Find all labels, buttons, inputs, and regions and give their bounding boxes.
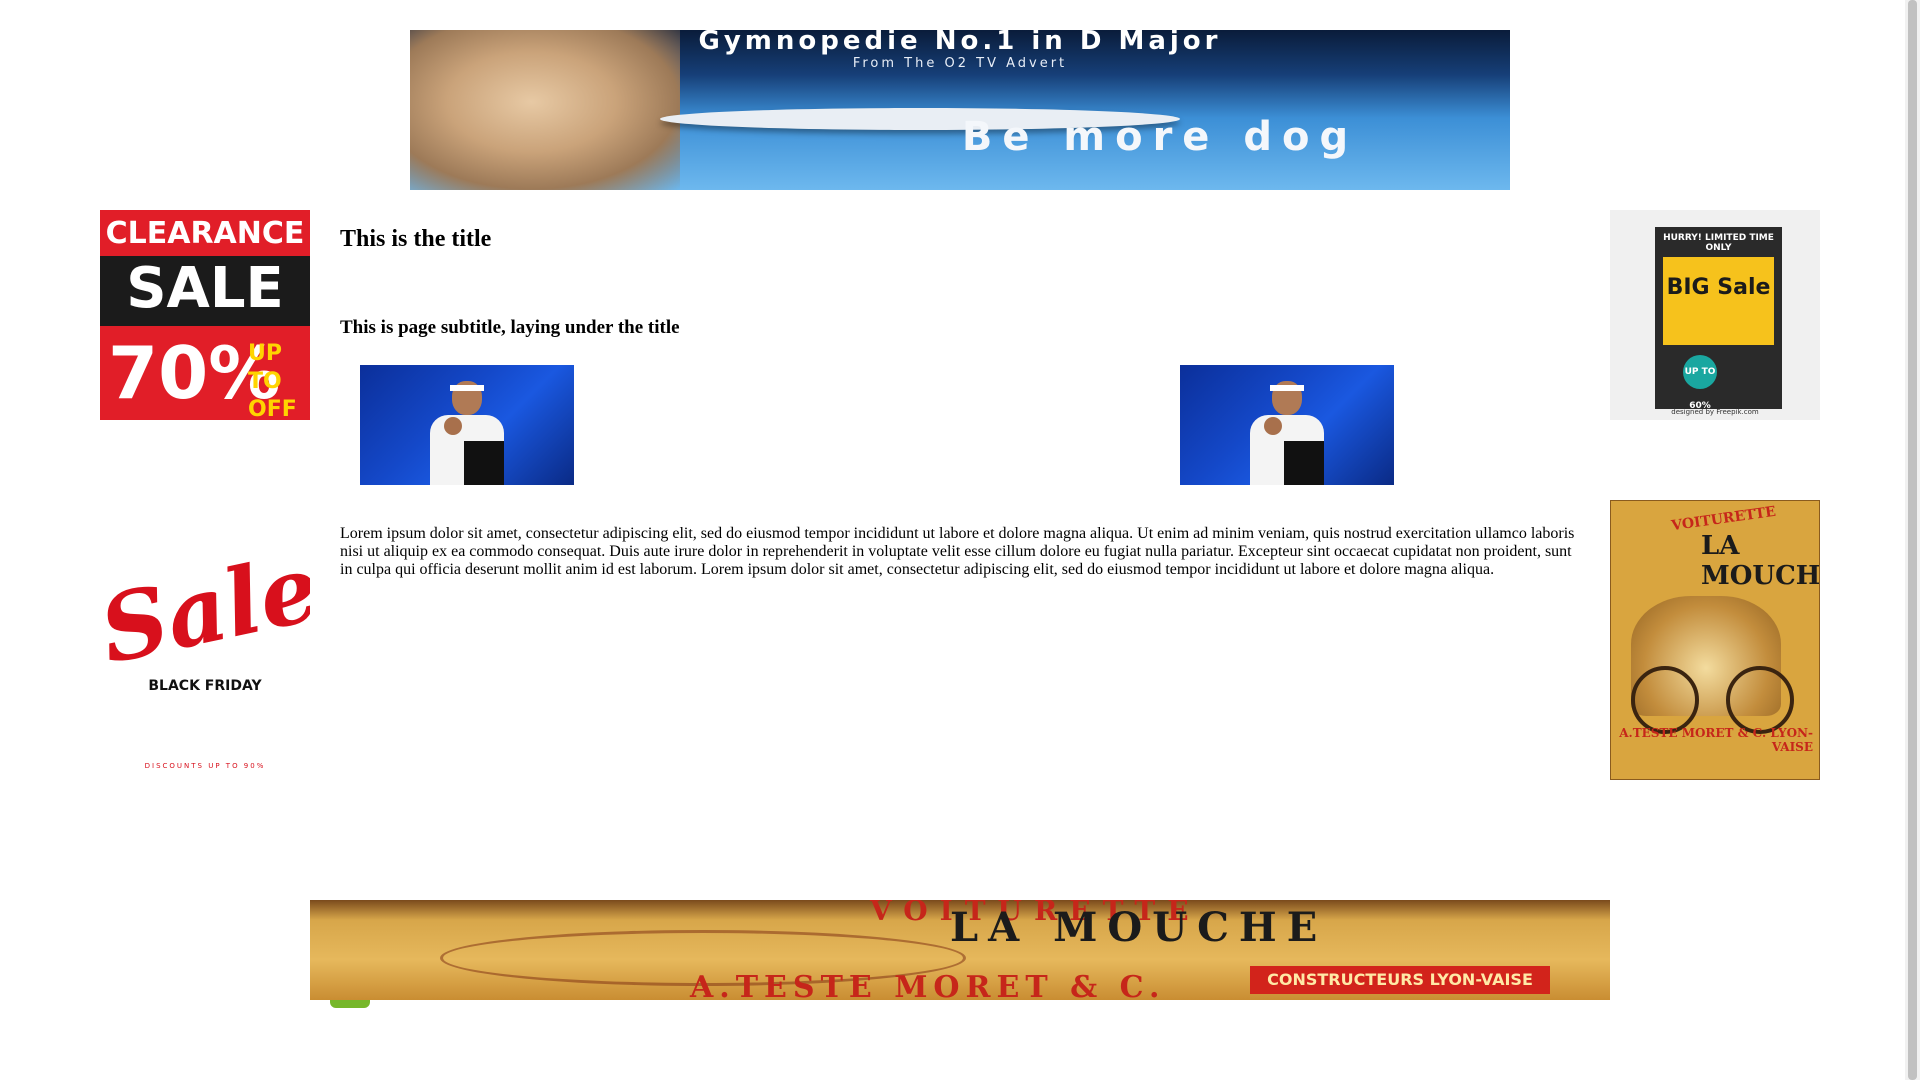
player-fist [1264,417,1282,435]
ad-line: BLACK FRIDAY [148,678,262,694]
page-subtitle: This is page subtitle, laying under the … [340,317,680,338]
black-friday-ad[interactable]: Sale BLACK FRIDAY DISCOUNTS UP TO 90% [100,530,310,780]
banner-tag: CONSTRUCTEURS LYON-VAISE [1250,966,1550,994]
ad-line: BIG Sale [1666,275,1771,300]
tennis-player-photo [1180,365,1394,485]
ad-line: DISCOUNTS UP TO 90% [144,762,266,770]
ad-line: SALE [126,256,284,321]
page-title: This is the title [340,226,492,252]
banner-slogan: Be more dog [961,114,1359,160]
player-shirt-panel [464,441,504,485]
vertical-scrollbar[interactable] [1905,0,1920,1080]
ad-line: UP TO OFF [248,341,297,420]
player-shirt-panel [1284,441,1324,485]
player-figure [1242,371,1332,485]
banner-subline: From The O2 TV Advert [852,56,1068,71]
tennis-player-photo [360,365,574,485]
credit-logo-icon [330,1000,370,1008]
ad-credit: designed by Freepik.com [1671,408,1759,416]
player-figure [422,371,512,485]
ad-line: A.TESTE MORET & C. LYON-VAISE [1619,726,1813,754]
ad-line: HURRY! LIMITED TIME ONLY [1663,233,1774,253]
big-sale-ad[interactable]: HURRY! LIMITED TIME ONLY BIG Sale UP TO … [1610,210,1820,420]
banner-line: LA MOUCHE [950,904,1328,951]
clearance-sale-ad[interactable]: CLEARANCE SALE 70% UP TO OFF [100,210,310,420]
banner-credit-strip [330,1000,1590,1012]
ad-line: Sale [100,533,310,685]
body-paragraph: Lorem ipsum dolor sit amet, consectetur … [340,525,1575,578]
scrollbar-thumb[interactable] [1908,0,1917,1080]
ad-yellow-panel: BIG Sale [1663,257,1774,345]
top-ad-banner[interactable]: Gymnopedie No.1 in D Major From The O2 T… [410,30,1510,190]
ad-line: LA MOUCHE [1701,531,1820,591]
ad-line: VOITURETTE [1670,503,1777,535]
ad-badge: UP TO 60% [1683,355,1717,411]
player-fist [444,417,462,435]
ad-line: CLEARANCE [105,216,305,251]
player-headband [450,385,484,391]
ad-card: HURRY! LIMITED TIME ONLY BIG Sale UP TO … [1655,227,1782,411]
bottom-ad-banner[interactable]: VOITURETTE LA MOUCHE A.TESTE MORET & C. … [310,900,1610,1000]
wheel-illustration [1726,666,1794,734]
banner-headline: Gymnopedie No.1 in D Major [698,30,1222,56]
wheel-illustration [1631,666,1699,734]
banner-line: A.TESTE MORET & C. [690,970,1166,1000]
la-mouche-poster-ad[interactable]: VOITURETTE LA MOUCHE A.TESTE MORET & C. … [1610,500,1820,780]
player-headband [1270,385,1304,391]
